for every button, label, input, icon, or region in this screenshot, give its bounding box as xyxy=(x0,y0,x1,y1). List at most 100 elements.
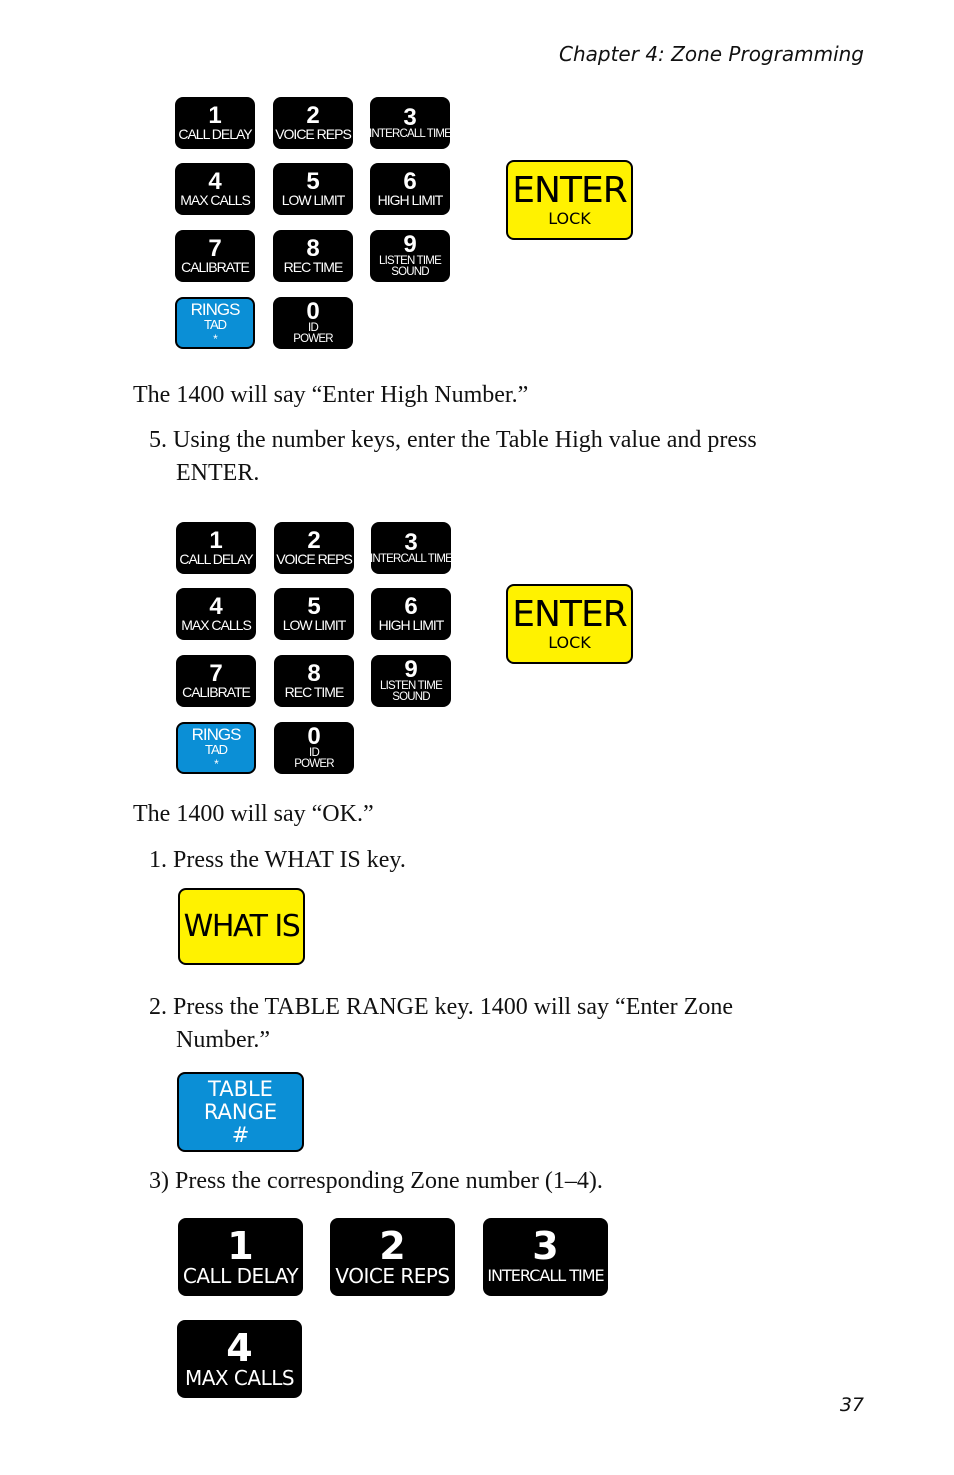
key-label: ENTER xyxy=(512,594,627,635)
key-2: 2 VOICE REPS xyxy=(274,522,354,574)
step-text: ENTER. xyxy=(176,460,260,486)
key-label: VOICE REPS xyxy=(276,551,353,567)
key-label: VOICE REPS xyxy=(335,1264,450,1288)
key-sub-label: LOCK xyxy=(548,209,591,228)
key-label: MAX CALLS xyxy=(180,192,251,208)
key-number: 0 xyxy=(306,298,320,325)
key-0: 0 ID POWER xyxy=(274,722,354,774)
instruction-text: The 1400 will say “Enter High Number.” xyxy=(133,382,529,408)
key-label-2: POWER xyxy=(293,333,333,345)
key-number: 0 xyxy=(307,723,321,750)
step-1: 1. Press the WHAT IS key. xyxy=(149,847,406,873)
key-7: 7 CALIBRATE xyxy=(176,655,256,707)
key-label: REC TIME xyxy=(283,259,344,275)
key-label-2: RANGE xyxy=(203,1099,278,1124)
key-number: 6 xyxy=(403,168,417,195)
key-label: RINGS xyxy=(190,299,241,319)
key-number: 3 xyxy=(532,1224,559,1268)
key-label: HIGH LIMIT xyxy=(377,192,444,208)
key-3: 3 INTERCALL TIME xyxy=(369,522,453,574)
key-number: 2 xyxy=(307,527,321,554)
key-label: LOW LIMIT xyxy=(281,192,346,208)
key-4: 4 MAX CALLS xyxy=(175,163,255,215)
key-label: INTERCALL TIME xyxy=(368,127,452,140)
key-label-2: POWER xyxy=(294,758,334,770)
key-number: 3 xyxy=(403,103,417,131)
key-number: 7 xyxy=(208,235,222,262)
key-label: CALL DELAY xyxy=(179,551,253,567)
step-text: Number.” xyxy=(176,1027,270,1053)
key-number: 5 xyxy=(306,168,320,195)
step-2: 2. Press the TABLE RANGE key. 1400 will … xyxy=(149,991,839,1057)
zone-key-3: 3 INTERCALL TIME xyxy=(483,1218,608,1296)
step-5: 5. Using the number keys, enter the Tabl… xyxy=(149,424,839,490)
instruction-text: The 1400 will say “OK.” xyxy=(133,801,374,827)
key-number: 2 xyxy=(379,1224,406,1268)
key-2: 2 VOICE REPS xyxy=(273,97,353,149)
step-text: 2. Press the TABLE RANGE key. 1400 will … xyxy=(149,994,733,1020)
key-label-2: SOUND xyxy=(391,266,429,278)
key-8: 8 REC TIME xyxy=(273,230,353,282)
key-number: 1 xyxy=(208,102,222,129)
key-number: 4 xyxy=(209,593,223,620)
key-label: WHAT IS xyxy=(183,909,301,944)
zone-key-2: 2 VOICE REPS xyxy=(330,1218,455,1296)
key-number: 1 xyxy=(209,527,223,554)
key-number: 8 xyxy=(307,660,321,687)
chapter-header: Chapter 4: Zone Programming xyxy=(559,42,864,66)
step-text: 5. Using the number keys, enter the Tabl… xyxy=(149,427,757,453)
key-number: 8 xyxy=(306,235,320,262)
key-label: MAX CALLS xyxy=(184,1366,295,1390)
key-6: 6 HIGH LIMIT xyxy=(370,163,450,215)
zone-key-1: 1 CALL DELAY xyxy=(178,1218,303,1296)
key-label: TABLE xyxy=(208,1076,273,1101)
key-0: 0 ID POWER xyxy=(273,297,353,349)
key-number: 7 xyxy=(209,660,223,687)
key-9: 9 LISTEN TIME SOUND xyxy=(370,230,450,282)
key-5: 5 LOW LIMIT xyxy=(273,163,353,215)
key-number: 9 xyxy=(404,656,418,683)
asterisk-icon: * xyxy=(213,331,218,346)
key-number: 5 xyxy=(307,593,321,620)
key-what-is: WHAT IS xyxy=(178,888,305,965)
key-label: ENTER xyxy=(512,170,627,211)
step-3: 3) Press the corresponding Zone number (… xyxy=(149,1168,603,1194)
key-6: 6 HIGH LIMIT xyxy=(371,588,451,640)
key-label: CALIBRATE xyxy=(181,259,250,275)
key-enter: ENTER LOCK xyxy=(506,584,633,664)
key-label: INTERCALL TIME xyxy=(369,552,453,565)
asterisk-icon: * xyxy=(214,756,219,771)
key-number: 9 xyxy=(403,231,417,258)
key-1: 1 CALL DELAY xyxy=(175,97,255,149)
key-number: 4 xyxy=(226,1326,253,1370)
key-5: 5 LOW LIMIT xyxy=(274,588,354,640)
key-number: 4 xyxy=(208,168,222,195)
key-label-2: SOUND xyxy=(392,691,430,703)
key-rings: RINGS TAD * xyxy=(176,722,256,774)
key-sub-label: TAD xyxy=(204,741,228,757)
key-enter: ENTER LOCK xyxy=(506,160,633,240)
key-3: 3 INTERCALL TIME xyxy=(368,97,452,149)
key-label: CALL DELAY xyxy=(178,126,252,142)
key-label: REC TIME xyxy=(284,684,345,700)
key-label: RINGS xyxy=(191,724,242,744)
key-label: MAX CALLS xyxy=(181,617,252,633)
page-number: 37 xyxy=(839,1394,864,1416)
key-label: CALIBRATE xyxy=(182,684,251,700)
key-8: 8 REC TIME xyxy=(274,655,354,707)
key-label: LOW LIMIT xyxy=(282,617,347,633)
key-label: INTERCALL TIME xyxy=(487,1266,604,1285)
key-label: HIGH LIMIT xyxy=(378,617,445,633)
key-rings: RINGS TAD * xyxy=(175,297,255,349)
key-number: 3 xyxy=(404,528,418,556)
key-label: VOICE REPS xyxy=(275,126,352,142)
key-label: CALL DELAY xyxy=(182,1264,299,1288)
key-9: 9 LISTEN TIME SOUND xyxy=(371,655,451,707)
key-number: 6 xyxy=(404,593,418,620)
key-1: 1 CALL DELAY xyxy=(176,522,256,574)
key-table-range: TABLE RANGE # xyxy=(177,1072,304,1152)
zone-key-4: 4 MAX CALLS xyxy=(177,1320,302,1398)
key-7: 7 CALIBRATE xyxy=(175,230,255,282)
key-number: 2 xyxy=(306,102,320,129)
key-number: 1 xyxy=(227,1224,254,1268)
